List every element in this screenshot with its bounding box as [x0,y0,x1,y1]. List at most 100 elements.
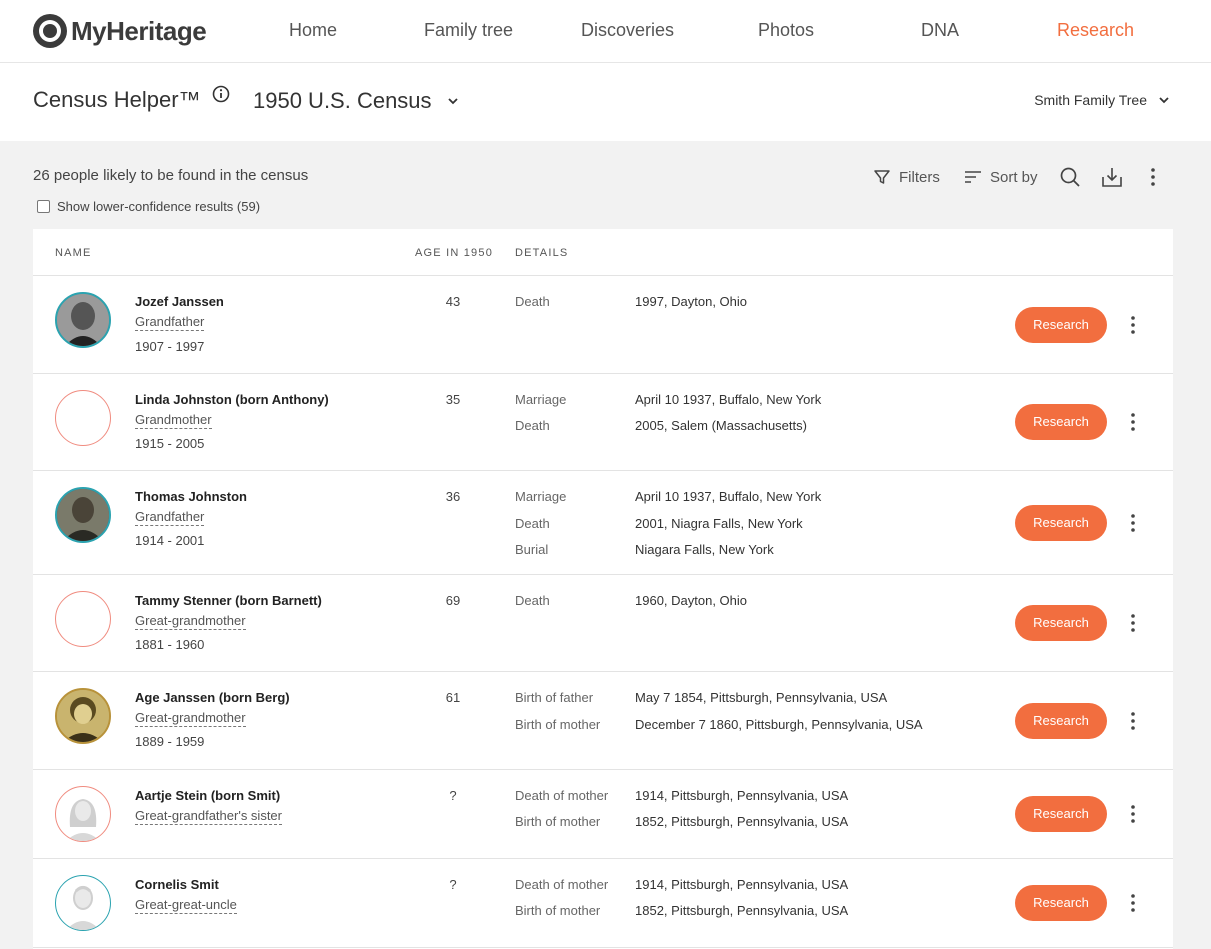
research-button[interactable]: Research [1015,703,1107,739]
event-value: 1852, Pittsburgh, Pennsylvania, USA [635,814,849,829]
chevron-down-icon [1159,97,1169,104]
event-value: 1852, Pittsburgh, Pennsylvania, USA [635,903,849,918]
person-name: Aartje Stein (born Smit) [135,788,281,803]
people-table: NAME AGE IN 1950 DETAILS Jozef Janssen G… [33,229,1173,949]
event-label: Burial [515,542,549,557]
more-vertical-icon [1151,168,1155,186]
person-photo-icon [57,690,109,742]
avatar[interactable] [55,292,111,348]
event-label: Death [515,593,550,608]
search-button[interactable] [1059,164,1081,190]
event-value: December 7 1860, Pittsburgh, Pennsylvani… [635,717,923,732]
more-vertical-icon[interactable] [1127,711,1139,731]
nav-photos[interactable]: Photos [758,20,814,41]
tree-selector[interactable]: Smith Family Tree [1034,92,1171,108]
table-row[interactable]: Jozef Janssen Grandfather 1907 - 1997 43… [33,276,1173,374]
event-value: April 10 1937, Buffalo, New York [635,489,822,504]
filters-button[interactable]: Filters [873,164,940,190]
info-icon[interactable] [212,85,230,103]
life-years: 1914 - 2001 [135,533,205,548]
event-value: Niagara Falls, New York [635,542,774,557]
life-years: 1881 - 1960 [135,637,205,652]
more-vertical-icon[interactable] [1127,513,1139,533]
census-selector[interactable]: 1950 U.S. Census [253,88,460,114]
census-header: Census Helper™ 1950 U.S. Census Smith Fa… [0,63,1211,141]
tree-selector-label: Smith Family Tree [1034,92,1147,108]
download-button[interactable] [1101,164,1123,190]
more-vertical-icon[interactable] [1127,893,1139,913]
event-value: 2005, Salem (Massachusetts) [635,418,807,433]
event-label: Death [515,516,550,531]
sort-icon [965,171,981,183]
age-in-1950: ? [449,877,457,892]
relation-link[interactable]: Great-great-uncle [135,897,237,914]
relation-link[interactable]: Grandfather [135,509,205,526]
event-value: 2001, Niagra Falls, New York [635,516,803,531]
event-value: 1960, Dayton, Ohio [635,593,748,608]
avatar[interactable] [55,688,111,744]
event-value: April 10 1937, Buffalo, New York [635,392,822,407]
relation-link[interactable]: Great-grandfather's sister [135,808,282,825]
table-row[interactable]: Linda Johnston (born Anthony) Grandmothe… [33,374,1173,471]
census-selector-label: 1950 U.S. Census [253,88,432,113]
more-vertical-icon[interactable] [1127,613,1139,633]
person-name: Tammy Stenner (born Barnett) [135,593,322,608]
logo-mark-icon [33,14,67,48]
avatar[interactable] [55,487,111,543]
more-vertical-icon[interactable] [1127,315,1139,335]
table-row[interactable]: Thomas Johnston Grandfather 1914 - 2001 … [33,471,1173,575]
nav-research[interactable]: Research [1057,20,1134,41]
more-options-button[interactable] [1147,164,1159,190]
filter-icon [874,170,890,184]
event-label: Marriage [515,392,567,407]
myheritage-logo[interactable]: MyHeritage [33,14,207,48]
lower-confidence-checkbox[interactable] [37,200,50,213]
more-vertical-icon[interactable] [1127,412,1139,432]
event-label: Birth of mother [515,903,601,918]
relation-link[interactable]: Great-grandmother [135,710,246,727]
sort-by-label: Sort by [990,168,1038,186]
nav-discoveries[interactable]: Discoveries [581,20,674,41]
table-row[interactable]: Cornelis Smit Great-great-uncle ? Death … [33,859,1173,948]
relation-link[interactable]: Great-grandmother [135,613,246,630]
search-icon [1060,167,1080,187]
avatar[interactable] [55,390,111,446]
research-button[interactable]: Research [1015,605,1107,641]
research-button[interactable]: Research [1015,307,1107,343]
male-silhouette-icon [66,886,100,930]
more-vertical-icon[interactable] [1127,804,1139,824]
table-row[interactable]: Age Janssen (born Berg) Great-grandmothe… [33,672,1173,770]
table-row[interactable]: Aartje Stein (born Smit) Great-grandfath… [33,770,1173,859]
person-photo-icon [57,294,109,346]
event-value: 1997, Dayton, Ohio [635,294,748,309]
person-name: Linda Johnston (born Anthony) [135,392,329,407]
person-name: Thomas Johnston [135,489,247,504]
nav-family-tree[interactable]: Family tree [424,20,513,41]
event-value: 1914, Pittsburgh, Pennsylvania, USA [635,877,849,892]
relation-link[interactable]: Grandmother [135,412,212,429]
life-years: 1889 - 1959 [135,734,205,749]
avatar[interactable] [55,591,111,647]
life-years: 1915 - 2005 [135,436,205,451]
research-button[interactable]: Research [1015,505,1107,541]
nav-dna[interactable]: DNA [921,20,959,41]
age-in-1950: 36 [445,489,461,504]
lower-confidence-label: Show lower-confidence results (59) [57,199,261,214]
age-in-1950: 69 [445,593,461,608]
column-name: NAME [55,247,92,259]
research-button[interactable]: Research [1015,404,1107,440]
research-button[interactable]: Research [1015,885,1107,921]
lower-confidence-toggle[interactable]: Show lower-confidence results (59) [37,199,260,214]
page-title: Census Helper™ [33,87,201,112]
avatar[interactable] [55,786,111,842]
event-label: Birth of mother [515,717,601,732]
research-button[interactable]: Research [1015,796,1107,832]
logo-text: MyHeritage [71,15,207,46]
age-in-1950: 35 [445,392,461,407]
sort-by-button[interactable]: Sort by [963,164,1038,190]
age-in-1950: ? [449,788,457,803]
nav-home[interactable]: Home [289,20,337,41]
avatar[interactable] [55,875,111,931]
table-row[interactable]: Tammy Stenner (born Barnett) Great-grand… [33,575,1173,672]
relation-link[interactable]: Grandfather [135,314,205,331]
